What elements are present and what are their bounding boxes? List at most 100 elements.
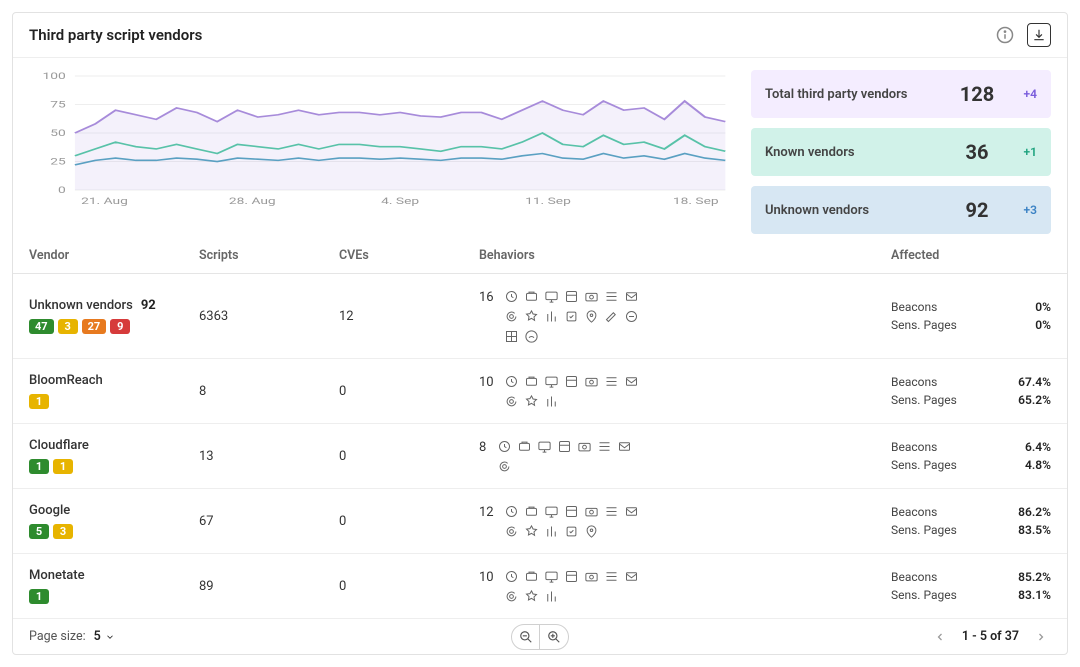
behavior-icon — [504, 308, 520, 324]
affected-sens-label: Sens. Pages — [891, 318, 957, 332]
scripts-cell: 13 — [199, 449, 339, 464]
behavior-icon — [604, 568, 620, 584]
affected-beacons-value: 86.2% — [1018, 505, 1051, 519]
severity-badge: 5 — [29, 524, 49, 539]
behavior-count: 12 — [479, 503, 494, 520]
vendor-name: Unknown vendors 92 — [29, 298, 156, 313]
behavior-icon-grid — [504, 288, 649, 344]
col-behaviors: Behaviors — [479, 248, 649, 263]
page-size-control: Page size: 5 — [29, 629, 115, 644]
behavior-count: 8 — [479, 438, 486, 455]
behavior-icon — [524, 373, 540, 389]
affected-beacons-label: Beacons — [891, 440, 937, 454]
pager-status: 1 - 5 of 37 — [962, 629, 1019, 644]
panel-actions — [993, 23, 1051, 47]
col-vendor: Vendor — [29, 248, 199, 263]
severity-badge: 3 — [53, 524, 73, 539]
summary-card-unknown[interactable]: Unknown vendors 92 +3 — [751, 186, 1051, 234]
summary-unknown-delta: +3 — [1005, 203, 1037, 217]
col-cves: CVEs — [339, 248, 479, 263]
vendor-cell: Cloudflare 11 — [29, 438, 199, 474]
behavior-icon — [584, 503, 600, 519]
table-row[interactable]: Unknown vendors 92 473279 636312 16 Beac… — [13, 274, 1067, 359]
panel-header: Third party script vendors — [13, 13, 1067, 58]
affected-sens-label: Sens. Pages — [891, 523, 957, 537]
cves-cell: 0 — [339, 514, 479, 529]
top-area: 025507510021. Aug28. Aug4. Sep11. Sep18.… — [13, 58, 1067, 238]
table-row[interactable]: Google 53 670 12 Beacons86.2% Sens. Page… — [13, 489, 1067, 554]
zoom-in-button[interactable] — [540, 625, 568, 649]
summary-known-label: Known vendors — [765, 145, 949, 160]
vendor-cell: BloomReach 1 — [29, 373, 199, 409]
cves-cell: 12 — [339, 309, 479, 324]
affected-beacons-label: Beacons — [891, 505, 937, 519]
severity-badge: 1 — [29, 459, 49, 474]
behavior-icon — [504, 503, 520, 519]
behavior-icon-grid — [504, 503, 649, 539]
page-size-label: Page size: — [29, 629, 86, 644]
behavior-icon — [584, 288, 600, 304]
vendor-name-text: Monetate — [29, 568, 85, 583]
zoom-out-button[interactable] — [512, 625, 540, 649]
svg-text:50: 50 — [50, 127, 65, 138]
cves-cell: 0 — [339, 579, 479, 594]
chevron-right-icon — [1035, 631, 1047, 643]
pager: 1 - 5 of 37 — [930, 629, 1051, 644]
info-icon[interactable] — [993, 23, 1017, 47]
svg-text:28. Aug: 28. Aug — [229, 195, 276, 206]
affected-beacons-value: 6.4% — [1025, 440, 1051, 454]
behavior-icon — [536, 438, 552, 454]
affected-beacons-value: 85.2% — [1018, 570, 1051, 584]
scripts-cell: 67 — [199, 514, 339, 529]
behavior-icon — [584, 308, 600, 324]
vendors-table: Vendor Scripts CVEs Behaviors Affected U… — [13, 238, 1067, 618]
scripts-cell: 8 — [199, 384, 339, 399]
summary-card-total[interactable]: Total third party vendors 128 +4 — [751, 70, 1051, 118]
svg-text:21. Aug: 21. Aug — [81, 195, 128, 206]
behavior-icon — [504, 588, 520, 604]
behavior-count: 10 — [479, 568, 494, 585]
behavior-icon — [604, 503, 620, 519]
svg-text:11. Sep: 11. Sep — [525, 195, 571, 206]
page-size-select[interactable]: 5 — [94, 629, 115, 644]
behavior-icon — [524, 328, 540, 344]
zoom-in-icon — [547, 630, 561, 644]
behavior-icon — [604, 308, 620, 324]
chart: 025507510021. Aug28. Aug4. Sep11. Sep18.… — [29, 70, 733, 234]
behavior-icon — [564, 373, 580, 389]
behavior-icon — [624, 503, 640, 519]
summary-known-value: 36 — [949, 140, 1005, 164]
vendor-badges: 1 — [29, 589, 199, 604]
behavior-icon — [504, 568, 520, 584]
behavior-icon — [604, 373, 620, 389]
affected-beacons-value: 0% — [1035, 300, 1051, 314]
behavior-icon — [564, 568, 580, 584]
vendor-cell: Monetate 1 — [29, 568, 199, 604]
behavior-icon-grid — [496, 438, 649, 474]
table-row[interactable]: Cloudflare 11 130 8 Beacons6.4% Sens. Pa… — [13, 424, 1067, 489]
table-row[interactable]: BloomReach 1 80 10 Beacons67.4% Sens. Pa… — [13, 359, 1067, 424]
behavior-icon — [504, 328, 520, 344]
behaviors-cell: 10 — [479, 568, 649, 604]
behaviors-cell: 10 — [479, 373, 649, 409]
behaviors-cell: 8 — [479, 438, 649, 474]
behavior-icon — [624, 568, 640, 584]
summary-total-label: Total third party vendors — [765, 87, 949, 102]
summary-card-known[interactable]: Known vendors 36 +1 — [751, 128, 1051, 176]
col-scripts: Scripts — [199, 248, 339, 263]
table-row[interactable]: Monetate 1 890 10 Beacons85.2% Sens. Pag… — [13, 554, 1067, 618]
vendors-panel: Third party script vendors 025507510021.… — [12, 12, 1068, 655]
scripts-cell: 89 — [199, 579, 339, 594]
pager-next-button[interactable] — [1031, 631, 1051, 643]
chevron-left-icon — [934, 631, 946, 643]
pager-prev-button[interactable] — [930, 631, 950, 643]
table-header-row: Vendor Scripts CVEs Behaviors Affected — [13, 238, 1067, 274]
svg-text:100: 100 — [43, 70, 66, 81]
download-icon[interactable] — [1027, 23, 1051, 47]
behavior-icon-grid — [504, 373, 649, 409]
vendor-badges: 1 — [29, 394, 199, 409]
vendor-cell: Unknown vendors 92 473279 — [29, 298, 199, 334]
behavior-icon — [564, 503, 580, 519]
behavior-icon — [584, 568, 600, 584]
zoom-control — [511, 624, 569, 650]
